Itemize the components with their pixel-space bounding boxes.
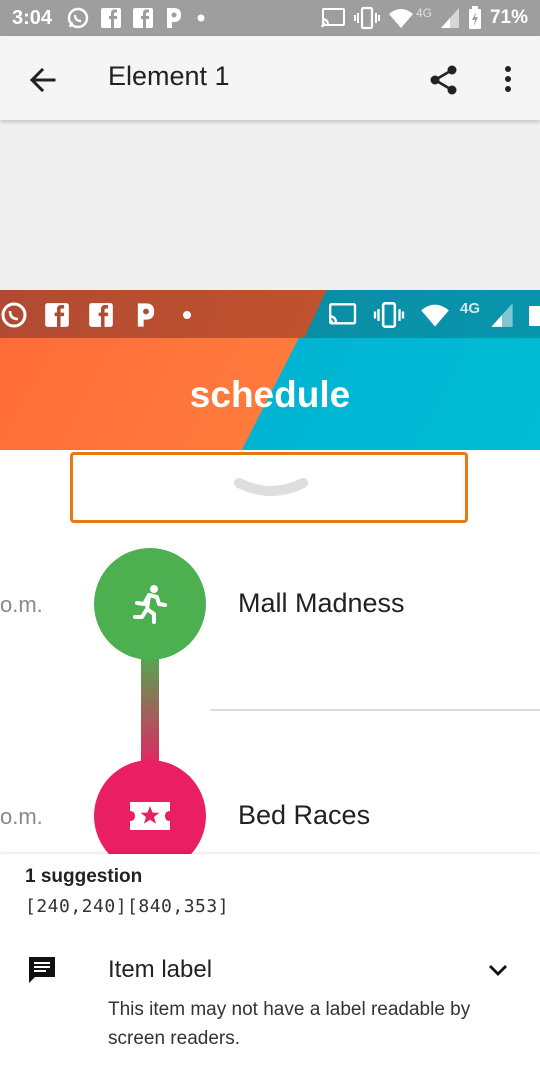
facebook-icon bbox=[133, 8, 153, 28]
embedded-status-bar: 4G bbox=[0, 290, 540, 338]
arrow-back-icon[interactable] bbox=[24, 62, 60, 98]
timeline-connector bbox=[141, 650, 159, 770]
highlighted-element[interactable] bbox=[70, 452, 468, 523]
whatsapp-icon bbox=[1, 302, 27, 328]
status-bar: 3:04 4G 71% bbox=[0, 0, 540, 36]
status-time: 3:04 bbox=[12, 7, 53, 29]
facebook-icon bbox=[101, 8, 121, 28]
pandora-icon bbox=[167, 8, 181, 28]
system-icons: 4G 71% bbox=[320, 6, 528, 30]
more-vert-icon[interactable] bbox=[494, 62, 522, 98]
pandora-icon bbox=[137, 303, 155, 327]
cast-icon bbox=[321, 8, 345, 28]
event-name[interactable]: Bed Races bbox=[238, 800, 370, 831]
dot-icon bbox=[183, 311, 191, 319]
preview-background bbox=[0, 120, 540, 290]
wifi-icon bbox=[421, 304, 449, 327]
battery-icon bbox=[468, 6, 481, 29]
running-person-icon bbox=[133, 585, 167, 624]
share-icon[interactable] bbox=[426, 62, 462, 98]
event-name[interactable]: Mall Madness bbox=[238, 588, 405, 619]
wifi-icon bbox=[388, 9, 413, 28]
facebook-icon bbox=[45, 303, 69, 327]
suggestion-count: 1 suggestion bbox=[25, 866, 143, 887]
event-icon-circle[interactable] bbox=[94, 760, 206, 854]
cast-icon bbox=[328, 303, 357, 325]
embedded-network-type: 4G bbox=[460, 300, 481, 317]
message-icon bbox=[29, 957, 55, 983]
signal-icon bbox=[491, 303, 513, 327]
suggestion-panel: 1 suggestion [240,240][840,353] Item lab… bbox=[0, 854, 540, 1080]
network-type: 4G bbox=[415, 6, 432, 20]
chevron-down-icon[interactable] bbox=[484, 956, 512, 984]
battery-icon bbox=[529, 306, 540, 326]
event-icon-circle[interactable] bbox=[94, 548, 206, 660]
vibrate-icon bbox=[373, 302, 405, 328]
schedule-title: schedule bbox=[189, 374, 351, 415]
signal-icon bbox=[440, 8, 459, 28]
suggestion-description: This item may not have a label readable … bbox=[108, 999, 471, 1049]
element-preview: 4G schedule o.m. Mall Madness o.m. Bed R… bbox=[0, 290, 540, 854]
event-time: o.m. bbox=[0, 804, 43, 829]
ticket-star-icon bbox=[130, 802, 170, 830]
whatsapp-icon bbox=[67, 7, 89, 29]
vibrate-icon bbox=[353, 6, 380, 30]
drag-handle-icon[interactable] bbox=[234, 477, 308, 499]
battery-percent: 71% bbox=[489, 7, 528, 28]
facebook-icon bbox=[89, 303, 113, 327]
schedule-header: schedule bbox=[0, 338, 540, 450]
event-time: o.m. bbox=[0, 592, 43, 617]
suggestion-title[interactable]: Item label bbox=[108, 956, 212, 984]
app-bar: Element 1 bbox=[0, 36, 540, 120]
page-title: Element 1 bbox=[108, 61, 230, 91]
dot-icon bbox=[197, 14, 205, 22]
notification-icons bbox=[66, 6, 208, 30]
element-bounds: [240,240][840,353] bbox=[25, 896, 230, 917]
divider bbox=[210, 709, 540, 711]
